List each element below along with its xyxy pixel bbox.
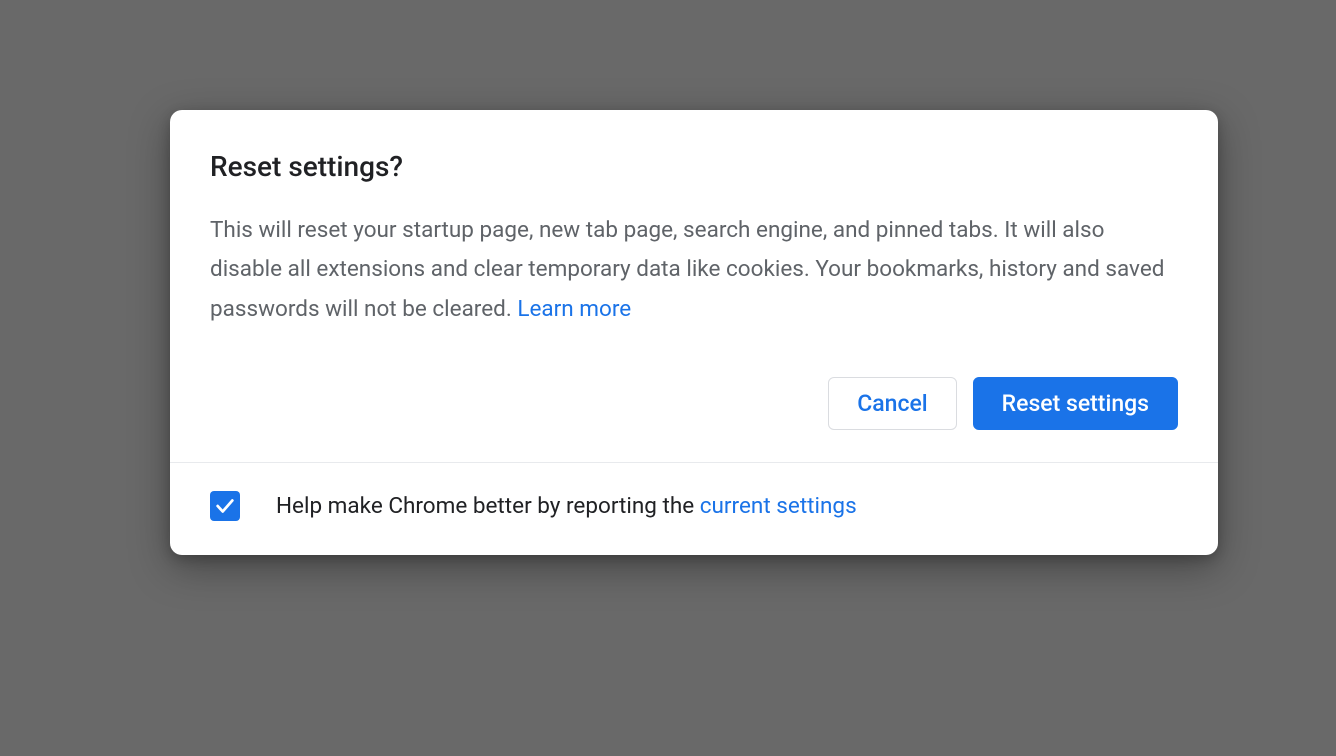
dialog-actions: Cancel Reset settings <box>210 377 1178 430</box>
report-settings-text: Help make Chrome better by reporting the <box>276 493 700 519</box>
dialog-description: This will reset your startup page, new t… <box>210 211 1178 329</box>
reset-settings-button[interactable]: Reset settings <box>973 377 1178 430</box>
learn-more-link[interactable]: Learn more <box>517 296 631 322</box>
reset-settings-dialog: Reset settings? This will reset your sta… <box>170 110 1218 555</box>
report-settings-label: Help make Chrome better by reporting the… <box>276 493 857 519</box>
cancel-button[interactable]: Cancel <box>828 377 956 430</box>
dialog-description-text: This will reset your startup page, new t… <box>210 217 1164 322</box>
current-settings-link[interactable]: current settings <box>700 493 857 519</box>
report-settings-checkbox[interactable] <box>210 491 240 521</box>
dialog-footer: Help make Chrome better by reporting the… <box>170 462 1218 555</box>
dialog-body: Reset settings? This will reset your sta… <box>170 110 1218 462</box>
dialog-title: Reset settings? <box>210 150 1178 183</box>
checkmark-icon <box>214 495 236 517</box>
